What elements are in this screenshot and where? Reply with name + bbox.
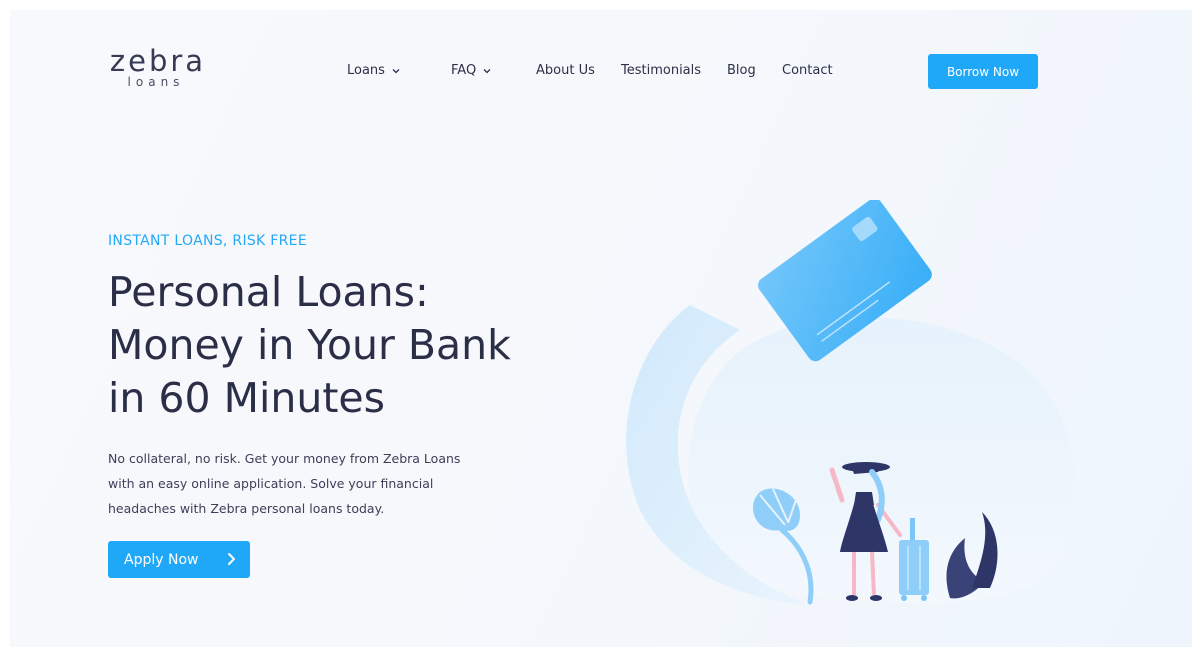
page-frame: zebra loans Loans FAQ About Us Testimoni… xyxy=(10,10,1192,647)
chevron-right-icon xyxy=(228,553,235,565)
apply-now-button[interactable]: Apply Now xyxy=(108,541,250,578)
nav-item-testimonials[interactable]: Testimonials xyxy=(621,63,701,78)
chevron-down-icon xyxy=(483,68,491,73)
nav-item-loans[interactable]: Loans xyxy=(347,63,401,78)
nav-item-label: Loans xyxy=(347,63,385,78)
headline-line: Personal Loans: xyxy=(108,268,429,316)
logo-wordmark: zebra xyxy=(109,44,207,78)
nav-item-faq[interactable]: FAQ xyxy=(451,63,492,78)
description-line: with an easy online application. Solve y… xyxy=(108,476,434,491)
logo[interactable]: zebra loans xyxy=(108,46,208,89)
hero-headline: Personal Loans: Money in Your Bank in 60… xyxy=(108,266,628,425)
description-line: No collateral, no risk. Get your money f… xyxy=(108,451,461,466)
nav-item-contact[interactable]: Contact xyxy=(782,63,833,78)
hero-eyebrow: INSTANT LOANS, RISK FREE xyxy=(108,233,307,249)
nav-item-label: Testimonials xyxy=(621,63,702,78)
headline-line: Money in Your Bank xyxy=(108,321,511,369)
nav-item-label: Blog xyxy=(727,63,756,78)
nav-item-label: About Us xyxy=(536,63,595,78)
headline-line: in 60 Minutes xyxy=(108,374,386,422)
hero-illustration xyxy=(626,200,1076,605)
nav-item-label: FAQ xyxy=(451,63,477,78)
description-line: headaches with Zebra personal loans toda… xyxy=(108,501,385,516)
background-blob xyxy=(688,317,1076,604)
apply-now-label: Apply Now xyxy=(124,551,199,568)
hero-description: No collateral, no risk. Get your money f… xyxy=(108,446,528,521)
nav-item-label: Contact xyxy=(782,63,833,78)
nav-item-about-us[interactable]: About Us xyxy=(536,63,595,78)
nav-item-blog[interactable]: Blog xyxy=(727,63,756,78)
borrow-now-button[interactable]: Borrow Now xyxy=(928,54,1038,89)
chevron-down-icon xyxy=(392,68,400,73)
